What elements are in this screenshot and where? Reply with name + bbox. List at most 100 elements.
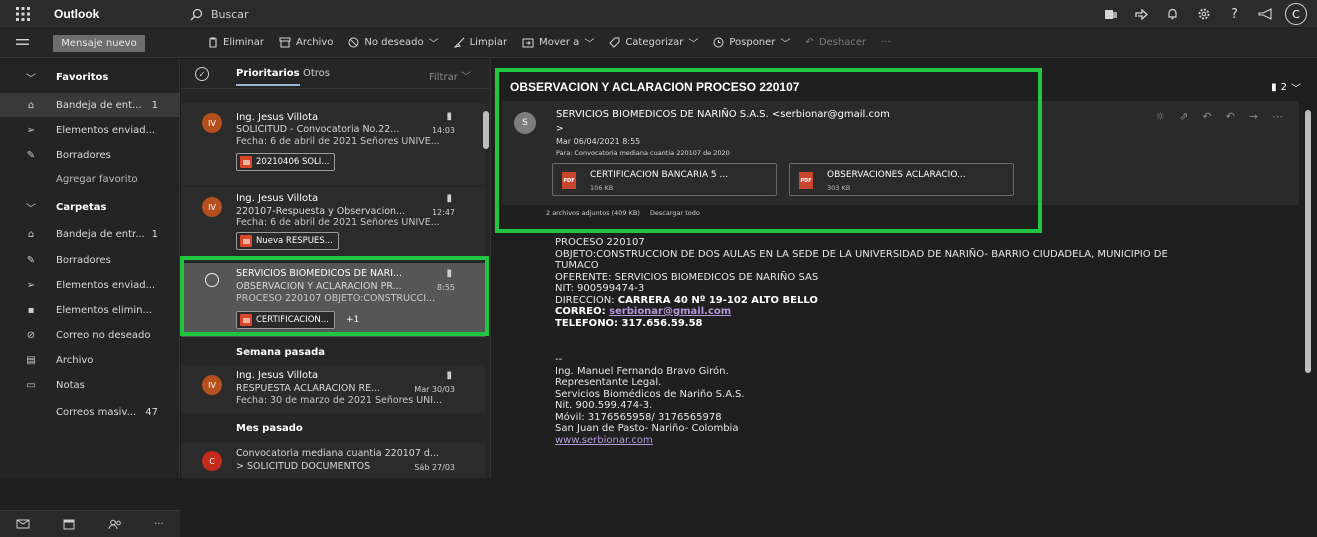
attachment-clip-icon: ▮ (446, 370, 452, 381)
calendar-icon[interactable] (63, 519, 75, 530)
sender-name: SERVICIOS BIOMEDICOS DE NARI... (236, 268, 403, 279)
subject: RESPUESTA ACLARACION RE... (236, 383, 381, 394)
reply-all-icon[interactable]: ↶ (1226, 110, 1235, 123)
bell-icon[interactable] (1157, 3, 1188, 25)
sidebar-item-junk[interactable]: ⊘ Correo no deseado (0, 323, 180, 347)
chevron-down-icon: ﹀ (26, 203, 36, 215)
attachment-chip[interactable]: Nueva RESPUES... (236, 232, 339, 250)
avatar[interactable]: C (1285, 3, 1307, 25)
body-line: TELEFONO: 317.656.59.58 (555, 317, 703, 329)
pdf-icon (240, 314, 252, 326)
tag-icon (609, 37, 620, 48)
move-button[interactable]: Mover a ﹀ (522, 35, 594, 50)
subject: Convocatoria mediana cuantia 220107 d... (236, 448, 439, 459)
sidebar-item-sent-favorite[interactable]: ➢ Elementos enviad... (0, 118, 180, 142)
list-item[interactable]: IV Ing. Jesus Villota ▮ 220107-Respuesta… (181, 187, 485, 261)
attachment-chip[interactable]: 20210406 SOLI... (236, 153, 336, 171)
folders-header[interactable]: ﹀ Carpetas (0, 195, 180, 219)
people-icon[interactable] (108, 519, 122, 530)
hamburger-icon[interactable] (16, 36, 30, 50)
trash-icon: ▪ (27, 304, 35, 316)
avatar: IV (202, 375, 222, 395)
sidebar-item-deleted[interactable]: ▪ Elementos elimin... (0, 298, 180, 322)
more-icon[interactable]: ··· (154, 519, 164, 530)
attachment-card[interactable]: PDF OBSERVACIONES ACLARACIO... 303 KB (789, 163, 1014, 196)
attachment-clip-icon: ▮ (446, 193, 452, 204)
chevron-down-icon: ﹀ (584, 39, 595, 50)
delete-button[interactable]: Eliminar (208, 37, 264, 48)
archive-button[interactable]: Archivo (279, 37, 333, 48)
more-actions-button[interactable]: ··· (881, 37, 891, 48)
tab-other[interactable]: Otros (303, 68, 330, 79)
send-icon: ➢ (26, 279, 36, 291)
sidebar-item-drafts-favorite[interactable]: ✎ Borradores (0, 143, 180, 167)
body-line: OFERENTE: SERVICIOS BIOMEDICOS DE NARIÑO… (555, 271, 819, 283)
message-date: Mar 06/04/2021 8:55 (556, 137, 641, 146)
subject: OBSERVACION Y ACLARACION PR... (236, 281, 402, 292)
sidebar-item-notes[interactable]: ▭ Notas (0, 373, 180, 397)
app-title[interactable]: Outlook (54, 7, 99, 21)
tab-focused[interactable]: Prioritarios (236, 68, 300, 86)
unread-count: 47 (145, 406, 158, 418)
add-favorite-link[interactable]: Agregar favorito (0, 167, 180, 191)
sidebar-item-bulk[interactable]: Correos masiv... 47 (0, 400, 180, 424)
sidebar-item-inbox[interactable]: ⌂ Bandeja de entr... 1 (0, 222, 180, 246)
reply-icon[interactable]: ↶ (1202, 110, 1211, 123)
teams-icon[interactable] (1095, 3, 1126, 25)
attachment-card[interactable]: PDF CERTIFICACION BANCARIA 5 ... 106 KB (552, 163, 777, 196)
preview: Fecha: 6 de abril de 2021 Señores UNIVE.… (236, 217, 440, 228)
reading-scrollbar[interactable] (1305, 110, 1311, 373)
list-item[interactable]: IV Ing. Jesus Villota ▮ RESPUESTA ACLARA… (181, 365, 485, 413)
sender-name: Ing. Jesus Villota (236, 193, 319, 204)
attachment-clip-icon: ▮ (1271, 82, 1277, 93)
junk-icon: ⊘ (26, 329, 36, 341)
recipients[interactable]: Para: Convocatoria mediana cuantia 22010… (556, 149, 730, 157)
sidebar-item-archive[interactable]: ▤ Archivo (0, 348, 180, 372)
chevron-down-icon: ﹀ (428, 39, 439, 50)
share-icon[interactable] (1126, 3, 1157, 25)
select-circle[interactable] (205, 273, 219, 287)
folder-pane: ﹀ Favoritos ⌂ Bandeja de ent... 1 ➢ Elem… (0, 59, 180, 537)
mail-icon[interactable] (16, 519, 30, 529)
website-link[interactable]: www.serbionar.com (555, 435, 1295, 447)
snooze-button[interactable]: Posponer ﹀ (713, 35, 790, 50)
attachment-size: 303 KB (827, 184, 851, 192)
favorites-header[interactable]: ﹀ Favoritos (0, 65, 180, 89)
preview: Fecha: 30 de marzo de 2021 Señores UNI..… (236, 395, 443, 406)
conversation-title: OBSERVACION Y ACLARACION PROCESO 220107 (510, 80, 800, 94)
gear-icon[interactable] (1188, 3, 1219, 25)
folder-move-icon (522, 37, 534, 48)
categorize-button[interactable]: Categorizar ﹀ (609, 35, 698, 50)
notes-icon: ▭ (26, 379, 36, 391)
sweep-button[interactable]: Limpiar (453, 37, 507, 48)
list-item[interactable]: C Convocatoria mediana cuantia 220107 d.… (181, 443, 485, 478)
sidebar-item-sent[interactable]: ➢ Elementos enviad... (0, 273, 180, 297)
list-item[interactable]: IV Ing. Jesus Villota ▮ SOLICITUD - Conv… (181, 103, 485, 185)
trash-icon (208, 37, 218, 48)
email-link[interactable]: serbionar@gmail.com (609, 306, 731, 317)
unread-count: 1 (151, 99, 158, 111)
subject: 220107-Respuesta y Observacion... (236, 206, 406, 217)
forward-icon[interactable]: → (1249, 110, 1258, 123)
megaphone-icon[interactable] (1250, 3, 1281, 25)
undo-button[interactable]: ↶ Deshacer (805, 37, 866, 48)
list-scrollbar[interactable] (483, 111, 489, 149)
select-all-checkbox[interactable]: ✓ (195, 67, 209, 81)
sidebar-item-inbox-favorite[interactable]: ⌂ Bandeja de ent... 1 (0, 93, 180, 117)
share-icon[interactable]: ⇗ (1179, 110, 1188, 123)
app-launcher-icon[interactable] (14, 5, 32, 23)
filter-button[interactable]: Filtrar ﹀ (429, 68, 471, 83)
junk-button[interactable]: No deseado ﹀ (348, 35, 439, 50)
list-item-selected[interactable]: SERVICIOS BIOMEDICOS DE NARI... ▮ OBSERV… (181, 263, 485, 337)
sun-icon[interactable]: ☼ (1155, 110, 1165, 123)
sender-address[interactable]: SERVICIOS BIOMEDICOS DE NARIÑO S.A.S. <s… (556, 109, 890, 120)
sidebar-item-drafts[interactable]: ✎ Borradores (0, 248, 180, 272)
search-box[interactable]: Buscar (190, 5, 249, 23)
attachment-chip[interactable]: CERTIFICACION... (236, 311, 335, 329)
more-icon[interactable]: ⋯ (1272, 110, 1283, 123)
help-icon[interactable]: ? (1219, 3, 1250, 25)
new-message-button[interactable]: Mensaje nuevo (53, 35, 145, 52)
thread-count[interactable]: ▮ 2 ﹀ (1271, 80, 1301, 95)
download-all-link[interactable]: Descargar todo (650, 209, 700, 217)
search-input[interactable]: Buscar (211, 8, 249, 21)
